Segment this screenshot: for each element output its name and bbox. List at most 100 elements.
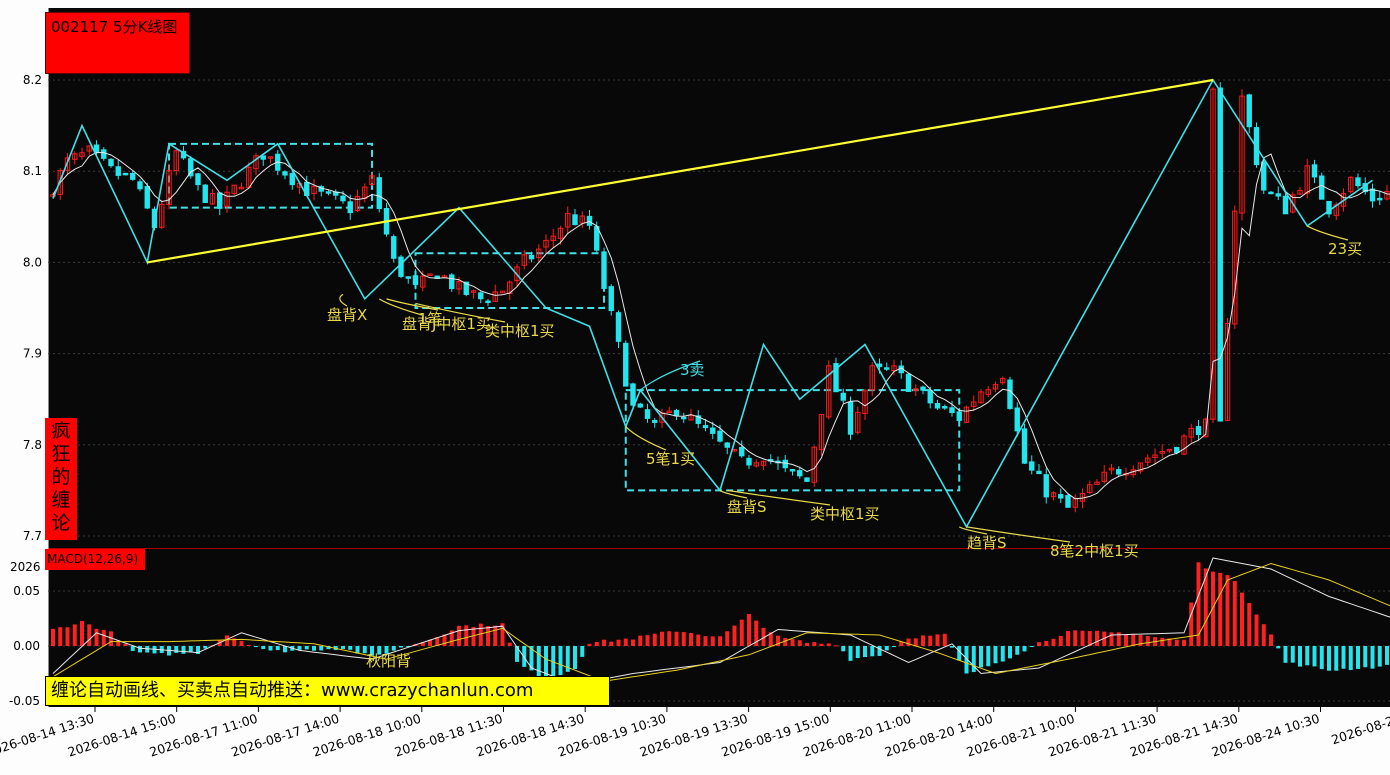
candle-body [927, 390, 933, 404]
macd-bar [1356, 646, 1360, 669]
macd-bar [892, 646, 896, 648]
macd-bar [652, 633, 657, 646]
macd-bar [841, 646, 846, 652]
y-tick-label: 7.7 [23, 529, 42, 543]
candle-body [1261, 161, 1267, 191]
candle-body [789, 469, 796, 472]
macd-bar [1058, 635, 1063, 646]
macd-bar [1334, 646, 1339, 671]
macd-bar [870, 646, 875, 657]
candle-body [144, 185, 150, 209]
macd-bar [1283, 646, 1288, 663]
macd-bar [391, 646, 396, 651]
candle-body [1065, 495, 1071, 508]
macd-bar [884, 646, 889, 651]
macd-bar [826, 643, 831, 646]
macd-bar [1269, 634, 1273, 646]
macd-bar [1029, 646, 1034, 647]
candle-body [1246, 94, 1252, 128]
candle-body [673, 409, 680, 417]
macd-bar [312, 646, 316, 651]
kline-chart: 盘背X 盘背J中枢1买1笔类中枢1买 3卖 5笔1买盘背S 类中枢1买趋背S 8笔2中枢1… [0, 8, 1390, 760]
candle-body [1043, 474, 1049, 498]
candle-body [905, 373, 912, 393]
macd-bar [507, 642, 512, 646]
macd-bar [1247, 602, 1252, 646]
macd-bar [913, 638, 918, 646]
candle-body [637, 403, 643, 408]
candle-body [485, 300, 491, 304]
candle-body [1014, 407, 1020, 432]
macd-bar [87, 624, 92, 646]
candle-body [920, 386, 926, 391]
macd-tick-label: -0.05 [9, 694, 40, 708]
annotation-label: 23买 [1328, 240, 1362, 258]
macd-bar [65, 627, 70, 646]
candle-body [630, 383, 636, 406]
candle-body [340, 195, 346, 202]
macd-bar [457, 625, 461, 646]
macd-bar [1124, 634, 1128, 646]
chart-title-box: 002117 5分K线图 [45, 12, 190, 74]
macd-bar [1000, 646, 1005, 662]
side-label-char: 论 [51, 512, 71, 534]
candle-body [1377, 197, 1383, 201]
macd-bar [877, 646, 882, 656]
macd-bar [478, 623, 483, 646]
candle-body [623, 342, 629, 387]
macd-bar [203, 646, 208, 649]
macd-bar [101, 629, 106, 646]
candle-body [1036, 470, 1042, 475]
promo-text: 缠论自动画线、买卖点自动推送：www.crazychanlun.com [51, 680, 534, 701]
chart-title: 002117 5分K线图 [51, 18, 178, 36]
macd-annotations: 秋阳背 [366, 652, 411, 670]
macd-bar [1341, 646, 1346, 669]
candle-body [717, 430, 723, 442]
candle-body [847, 401, 854, 435]
macd-bar [1218, 572, 1223, 646]
candle-body [608, 286, 614, 312]
candle-body [601, 251, 607, 289]
candle-body [412, 275, 419, 285]
macd-bar [660, 631, 664, 646]
macd-bar [580, 646, 585, 657]
candle-body [449, 274, 455, 290]
candle-body [1116, 469, 1122, 475]
macd-bar [239, 640, 244, 646]
side-label-box: 疯 狂 的 缠 论 [45, 418, 77, 540]
macd-bar [848, 646, 853, 661]
macd-bar [275, 646, 280, 651]
macd-bar [1196, 562, 1201, 646]
macd-bar [1290, 646, 1295, 663]
macd-bar [1385, 646, 1389, 665]
macd-bar [1051, 638, 1056, 646]
candle-body [282, 171, 288, 176]
macd-bar [696, 634, 701, 646]
annotation-label: 3卖 [680, 361, 705, 379]
y-axis-labels: 8.2 8.1 8.0 7.9 7.8 7.7 0.05 0.00 -0.05 2026 [9, 73, 42, 708]
candle-body [884, 367, 890, 370]
macd-bar [268, 646, 273, 651]
macd-bar [834, 645, 838, 647]
candle-body [1021, 428, 1028, 464]
candle-body [840, 392, 846, 401]
macd-bar [1370, 646, 1375, 669]
macd-bar [950, 646, 954, 648]
candle-body [528, 254, 535, 260]
y-tick-label: 7.9 [23, 347, 42, 361]
macd-bar [594, 641, 599, 646]
candle-body [405, 276, 411, 279]
candle-body [804, 477, 810, 482]
macd-bar [1319, 646, 1324, 670]
candle-body [1355, 177, 1361, 187]
macd-indicator-label: MACD(12,26,9) [45, 549, 145, 570]
macd-bar [1131, 634, 1136, 646]
candle-body [702, 425, 709, 429]
macd-bar [667, 631, 672, 646]
promo-banner: 缠论自动画线、买卖点自动推送：www.crazychanlun.com [45, 676, 610, 706]
annotation-label: 类中枢1买 [810, 505, 880, 523]
macd-bar [645, 635, 650, 646]
macd-bar [631, 639, 635, 646]
macd-bar [1145, 636, 1150, 646]
macd-bar [1232, 580, 1237, 646]
